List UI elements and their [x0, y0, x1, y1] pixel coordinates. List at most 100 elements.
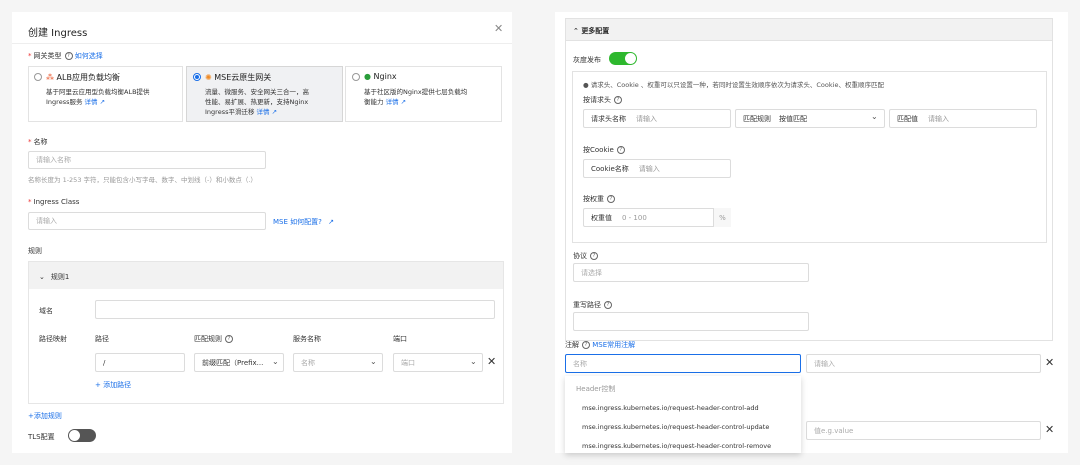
col-service: 服务名称 [293, 335, 321, 343]
weight-unit: % [713, 208, 731, 227]
mse-how-config-link[interactable]: MSE 如何配置? [273, 218, 322, 226]
domain-input[interactable] [95, 300, 495, 319]
match-select[interactable]: 前缀匹配（Prefix... [194, 353, 284, 372]
chevron-up-icon[interactable]: ⌃ [573, 27, 579, 35]
close-icon[interactable]: ✕ [494, 22, 503, 35]
protocol-label: 协议? [573, 251, 598, 261]
alb-logo-icon: ⁂ [46, 73, 54, 82]
chevron-down-icon: ⌄ [272, 357, 279, 366]
card-name: ALB应用负载均衡 [56, 73, 120, 82]
gateway-card-alb[interactable]: ⁂ ALB应用负载均衡 基于阿里云应用型负载均衡ALB提供 Ingress服务 … [28, 66, 183, 122]
match-value-input[interactable]: 匹配值 请输入 [889, 109, 1037, 128]
rule-header[interactable] [29, 262, 503, 289]
help-icon[interactable]: ? [604, 301, 612, 309]
card-desc: Ingress服务 [46, 98, 83, 106]
ingress-class-label: * Ingress Class [28, 198, 80, 206]
create-ingress-panel: 创建 Ingress ✕ * 网关类型? 如何选择 ⁂ ALB应用负载均衡 基于阿… [12, 12, 512, 453]
match-rule-select[interactable]: 匹配规则 按值匹配 [735, 109, 885, 128]
name-input[interactable]: 请输入名称 [28, 151, 266, 169]
help-icon[interactable]: ? [225, 335, 233, 343]
info-icon: ● [583, 81, 589, 89]
help-icon[interactable]: ? [590, 252, 598, 260]
more-config-panel: ⌃ 更多配置 灰度发布 ● 请求头、Cookie 、权重可以只设置一种，若同时设… [555, 12, 1068, 453]
dropdown-option[interactable]: mse.ingress.kubernetes.io/request-header… [582, 442, 771, 452]
remove-annotation-icon[interactable]: ✕ [1045, 423, 1054, 436]
divider [12, 43, 512, 44]
how-to-choose-link[interactable]: 如何选择 [75, 52, 103, 60]
card-name: Nginx [373, 72, 397, 81]
add-path-button[interactable]: + 添加路径 [95, 380, 131, 390]
radio-alb[interactable] [34, 73, 42, 81]
card-desc: 流量、微服务、安全网关三合一，高 [205, 88, 309, 96]
plus-icon: + [95, 381, 101, 389]
canary-switch[interactable] [609, 52, 637, 65]
annotation-value-input[interactable]: 请输入 [806, 354, 1041, 373]
value-input[interactable]: 值e.g.value [806, 421, 1041, 440]
help-icon[interactable]: ? [616, 146, 625, 154]
help-icon[interactable]: ? [614, 96, 622, 104]
card-desc: 衡能力 [364, 98, 384, 106]
nginx-logo-icon: ● [364, 72, 371, 81]
card-desc: 基于阿里云应用型负载均衡ALB提供 [46, 88, 150, 96]
path-input[interactable]: / [95, 353, 185, 372]
radio-nginx[interactable] [352, 73, 360, 81]
more-config-title: 更多配置 [581, 27, 610, 35]
by-weight-label: 按权重? [583, 194, 615, 204]
tls-label: TLS配置 [28, 433, 55, 441]
card-desc: 性能、易扩展、热更新，支持Nginx [205, 98, 309, 106]
dropdown-option[interactable]: mse.ingress.kubernetes.io/request-header… [582, 404, 759, 412]
rules-label: 规则 [28, 247, 42, 255]
cookie-name-input[interactable]: Cookie名称 请输入 [583, 159, 731, 178]
canary-box: ● 请求头、Cookie 、权重可以只设置一种，若同时设置生效顺序依次为请求头、… [572, 71, 1047, 243]
rule-box: ⌄ 规则1 域名 路径映射 路径 匹配规则? 服务名称 端口 / 前缀匹配（Pre… [28, 261, 504, 404]
canary-note: 请求头、Cookie 、权重可以只设置一种，若同时设置生效顺序依次为请求头、Co… [590, 81, 884, 89]
col-port: 端口 [393, 335, 407, 343]
more-config-header[interactable] [566, 19, 1052, 41]
remove-path-icon[interactable]: ✕ [487, 355, 496, 368]
external-link-icon: ↗ [328, 218, 334, 226]
gateway-type-label: * 网关类型? 如何选择 [28, 52, 103, 60]
rewrite-input[interactable] [573, 312, 809, 331]
chevron-down-icon: ⌄ [470, 357, 477, 366]
annotation-label: 注解? MSE常用注解 [565, 341, 636, 349]
radio-mse-selected[interactable] [193, 73, 201, 81]
domain-label: 域名 [39, 307, 53, 315]
card-desc: Ingress平滑迁移 [205, 108, 255, 116]
path-mapping-label: 路径映射 [39, 335, 67, 343]
card-name: MSE云原生网关 [214, 73, 272, 82]
detail-link[interactable]: 详情 [257, 108, 270, 116]
help-icon[interactable]: ? [582, 341, 590, 349]
annotation-dropdown: Header控制 mse.ingress.kubernetes.io/reque… [565, 376, 801, 453]
rewrite-label: 重写路径? [573, 300, 612, 310]
external-link-icon: ↗ [99, 98, 106, 106]
tls-switch[interactable] [68, 429, 96, 442]
remove-annotation-icon[interactable]: ✕ [1045, 356, 1054, 369]
panel-title: 创建 Ingress [28, 28, 88, 39]
more-config-box: ⌃ 更多配置 灰度发布 ● 请求头、Cookie 、权重可以只设置一种，若同时设… [565, 18, 1053, 341]
help-icon[interactable]: ? [607, 195, 615, 203]
add-rule-button[interactable]: +添加规则 [28, 411, 62, 421]
help-icon[interactable]: ? [64, 52, 73, 60]
dropdown-group-label: Header控制 [576, 385, 616, 393]
gateway-card-mse[interactable]: ✺ MSE云原生网关 流量、微服务、安全网关三合一，高 性能、易扩展、热更新，支… [186, 66, 343, 122]
mse-logo-icon: ✺ [205, 73, 212, 82]
weight-input[interactable]: 权重值 0 - 100 [583, 208, 731, 227]
chevron-down-icon: ⌄ [871, 112, 878, 121]
mse-annotations-link[interactable]: MSE常用注解 [592, 341, 635, 349]
card-desc: 基于社区版的Nginx提供七层负载均 [364, 88, 468, 96]
canary-label: 灰度发布 [573, 56, 601, 64]
detail-link[interactable]: 详情 [386, 98, 399, 106]
by-cookie-label: 按Cookie? [583, 145, 625, 155]
col-match: 匹配规则? [194, 334, 233, 344]
protocol-select[interactable]: 请选择 [573, 263, 809, 282]
ingress-class-input[interactable]: 请输入 [28, 212, 266, 230]
gateway-card-nginx[interactable]: ● Nginx 基于社区版的Nginx提供七层负载均 衡能力 详情 ↗ [345, 66, 502, 122]
col-path: 路径 [95, 335, 109, 343]
chevron-down-icon[interactable]: ⌄ [39, 273, 45, 281]
by-header-label: 按请求头? [583, 95, 622, 105]
detail-link[interactable]: 详情 [85, 98, 98, 106]
header-name-input[interactable]: 请求头名称 请输入 [583, 109, 731, 128]
dropdown-option[interactable]: mse.ingress.kubernetes.io/request-header… [582, 423, 769, 431]
annotation-name-input[interactable]: 名称 [565, 354, 801, 373]
name-label: * 名称 [28, 138, 48, 146]
